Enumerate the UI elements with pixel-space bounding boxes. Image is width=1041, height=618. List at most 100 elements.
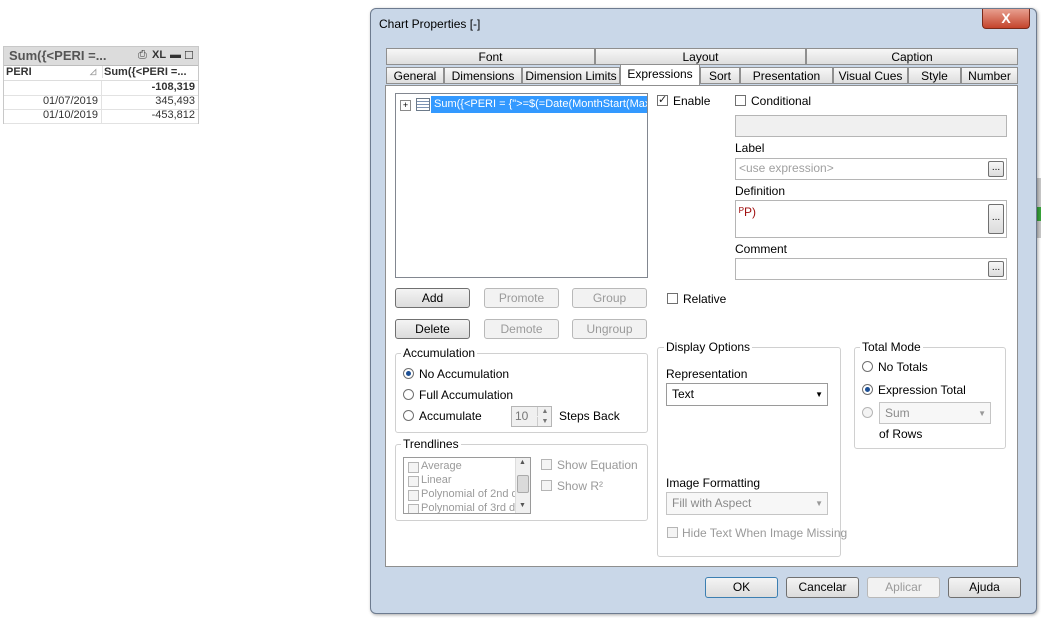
full-accumulation-radio[interactable] — [403, 389, 414, 400]
expression-total-radio[interactable] — [862, 384, 873, 395]
total-value: -108,319 — [101, 81, 198, 95]
tab-caption[interactable]: Caption — [806, 48, 1018, 65]
label-ellipsis-button[interactable]: ... — [988, 161, 1004, 177]
tab-layout[interactable]: Layout — [595, 48, 806, 65]
label-input[interactable]: <use expression> — [735, 158, 1007, 180]
sheet-header-row: PERI ◿ Sum({<PERI =... — [4, 66, 198, 81]
display-options-title: Display Options — [664, 340, 753, 354]
chevron-down-icon: ▼ — [815, 499, 823, 508]
sum-of-rows-radio[interactable] — [862, 407, 873, 418]
demote-button[interactable]: Demote — [484, 319, 559, 339]
hide-text-checkbox[interactable] — [667, 527, 678, 538]
tab-general[interactable]: General — [386, 67, 444, 84]
row-peri: 01/07/2019 — [42, 95, 98, 107]
relative-label: Relative — [683, 292, 727, 306]
enable-label: Enable — [673, 94, 711, 108]
show-r2-checkbox[interactable] — [541, 480, 552, 491]
trendline-poly2-checkbox[interactable] — [408, 490, 419, 501]
scroll-down-icon[interactable]: ▼ — [519, 502, 526, 509]
accumulation-title: Accumulation — [401, 346, 478, 360]
ok-button[interactable]: OK — [705, 577, 778, 598]
enable-checkbox[interactable] — [657, 93, 668, 106]
image-formatting-label: Image Formatting — [666, 476, 761, 490]
expression-list[interactable]: + Sum({<PERI = {">=$(=Date(MonthStart(Ma… — [395, 93, 648, 278]
expression-total-label: Expression Total — [878, 383, 966, 397]
tab-dimension-limits[interactable]: Dimension Limits — [522, 67, 620, 84]
dialog-title: Chart Properties [-] — [379, 17, 481, 31]
image-formatting-value: Fill with Aspect — [672, 496, 752, 510]
total-mode-group — [854, 347, 1006, 449]
close-button[interactable]: X — [982, 9, 1030, 29]
apply-button[interactable]: Aplicar — [867, 577, 940, 598]
tab-visual-cues[interactable]: Visual Cues — [833, 67, 908, 84]
row-value: -453,812 — [101, 109, 198, 123]
table-row[interactable]: 01/07/2019 345,493 — [4, 95, 198, 110]
comment-ellipsis-button[interactable]: ... — [988, 261, 1004, 277]
maximize-icon[interactable]: ☐ — [184, 49, 194, 62]
promote-button[interactable]: Promote — [484, 288, 559, 308]
tab-number[interactable]: Number — [961, 67, 1018, 84]
header-peri[interactable]: PERI — [6, 66, 32, 78]
expand-icon[interactable]: + — [400, 100, 411, 111]
tab-expressions[interactable]: Expressions — [620, 64, 700, 85]
print-icon[interactable]: ⎙ — [138, 49, 147, 62]
definition-ellipsis-button[interactable]: ... — [988, 204, 1004, 234]
expression-item[interactable]: Sum({<PERI = {">=$(=Date(MonthStart(Max( — [431, 96, 647, 113]
comment-input[interactable] — [735, 258, 1007, 280]
accumulate-radio[interactable] — [403, 410, 414, 421]
chevron-down-icon: ▼ — [978, 409, 986, 418]
conditional-checkbox[interactable] — [735, 95, 746, 106]
of-rows-label: of Rows — [879, 427, 923, 441]
sheet-table-object[interactable]: Sum({<PERI =... ⎙ XL ▬ ☐ PERI ◿ Sum({<PE… — [3, 46, 199, 124]
spinner-down-icon[interactable]: ▼ — [537, 417, 552, 426]
spinner-up-icon[interactable]: ▲ — [537, 407, 552, 416]
table-row[interactable]: 01/10/2019 -453,812 — [4, 109, 198, 124]
definition-title: Definition — [735, 184, 786, 198]
conditional-input[interactable] — [735, 115, 1007, 137]
tab-sort[interactable]: Sort — [700, 67, 740, 84]
trendline-average-checkbox[interactable] — [408, 462, 419, 473]
table-total-row: -108,319 — [4, 81, 198, 96]
delete-button[interactable]: Delete — [395, 319, 470, 339]
no-totals-radio[interactable] — [862, 361, 873, 372]
trendline-linear-label: Linear — [421, 474, 452, 486]
add-button[interactable]: Add — [395, 288, 470, 308]
tab-presentation[interactable]: Presentation — [740, 67, 833, 84]
sheet-caption-bar[interactable]: Sum({<PERI =... ⎙ XL ▬ ☐ — [4, 47, 198, 66]
image-formatting-dropdown[interactable]: Fill with Aspect ▼ — [666, 492, 828, 515]
trendline-average-label: Average — [421, 460, 462, 472]
conditional-label: Conditional — [751, 94, 812, 108]
sheet-caption-title: Sum({<PERI =... — [9, 48, 107, 63]
row-value: 345,493 — [101, 95, 198, 109]
tab-dimensions[interactable]: Dimensions — [444, 67, 522, 84]
help-button[interactable]: Ajuda — [948, 577, 1021, 598]
excel-icon[interactable]: XL — [152, 49, 166, 61]
tab-font[interactable]: Font — [386, 48, 595, 65]
no-accumulation-radio[interactable] — [403, 368, 414, 379]
relative-checkbox[interactable] — [667, 293, 678, 304]
sum-of-rows-dropdown[interactable]: Sum ▼ — [879, 402, 991, 424]
representation-value: Text — [672, 387, 695, 401]
scroll-thumb[interactable] — [517, 475, 529, 493]
cancel-button[interactable]: Cancelar — [786, 577, 859, 598]
trendline-poly2-label: Polynomial of 2nd d — [421, 488, 518, 500]
representation-dropdown[interactable]: Text ▼ — [666, 383, 828, 406]
row-peri: 01/10/2019 — [42, 109, 98, 121]
scroll-up-icon[interactable]: ▲ — [519, 459, 526, 466]
minimize-icon[interactable]: ▬ — [170, 49, 181, 61]
hide-text-label: Hide Text When Image Missing — [682, 526, 848, 540]
trendlines-scrollbar[interactable]: ▲ ▼ — [515, 458, 530, 513]
group-button[interactable]: Group — [572, 288, 647, 308]
trendline-poly3-checkbox[interactable] — [408, 504, 419, 513]
trendline-linear-checkbox[interactable] — [408, 476, 419, 487]
trendlines-list[interactable]: Average Linear Polynomial of 2nd d Polyn… — [403, 457, 531, 514]
no-accumulation-label: No Accumulation — [419, 367, 510, 381]
steps-back-label: Steps Back — [559, 409, 620, 423]
ungroup-button[interactable]: Ungroup — [572, 319, 647, 339]
definition-input[interactable]: ᴾP) — [735, 200, 1007, 238]
tab-style[interactable]: Style — [908, 67, 961, 84]
show-equation-checkbox[interactable] — [541, 459, 552, 470]
show-r2-label: Show R² — [557, 479, 604, 493]
header-sum[interactable]: Sum({<PERI =... — [102, 66, 187, 78]
trendline-poly3-label: Polynomial of 3rd de — [421, 502, 522, 514]
